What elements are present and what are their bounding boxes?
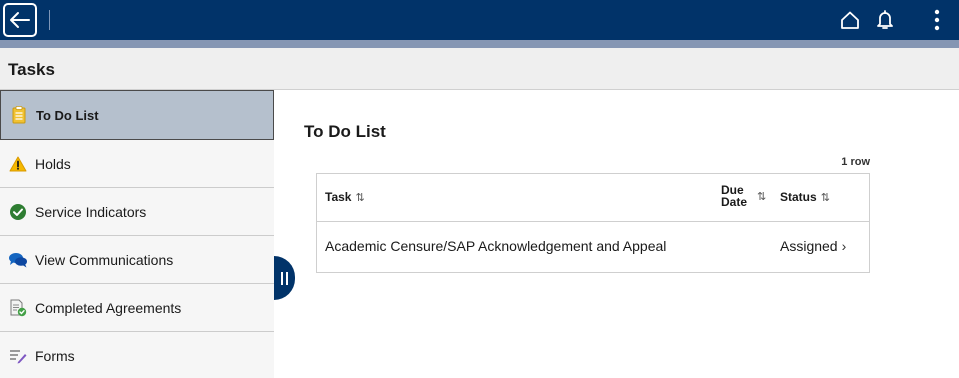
due-date-column-header[interactable]: Due Date ⇅ bbox=[721, 184, 766, 208]
collapse-sidebar-button[interactable] bbox=[274, 256, 295, 300]
sidebar-item-label: To Do List bbox=[36, 107, 99, 123]
top-banner bbox=[0, 0, 959, 40]
grid-header: Task ⇅ Due Date ⇅ Status ⇅ bbox=[317, 174, 869, 222]
sidebar-item-service-indicators[interactable]: Service Indicators bbox=[0, 188, 274, 236]
back-arrow-icon bbox=[10, 12, 30, 28]
task-cell: Academic Censure/SAP Acknowledgement and… bbox=[325, 238, 667, 254]
page-title-bar: Tasks bbox=[0, 48, 959, 90]
sidebar-item-holds[interactable]: Holds bbox=[0, 140, 274, 188]
status-cell: Assigned › bbox=[780, 238, 846, 254]
actions-menu-button[interactable] bbox=[925, 8, 949, 32]
status-text: Assigned bbox=[780, 238, 838, 254]
todo-grid: Task ⇅ Due Date ⇅ Status ⇅ Academic Cens… bbox=[316, 173, 870, 273]
column-label: Task bbox=[325, 190, 352, 204]
pause-bars-icon bbox=[281, 271, 288, 285]
status-column-header[interactable]: Status ⇅ bbox=[780, 190, 830, 204]
home-icon bbox=[841, 11, 859, 29]
sidebar-item-completed-agreements[interactable]: Completed Agreements bbox=[0, 284, 274, 332]
page-title: Tasks bbox=[8, 60, 55, 79]
column-label: Due Date bbox=[721, 183, 748, 209]
sidebar-item-label: Service Indicators bbox=[35, 203, 147, 220]
sidebar-item-label: Holds bbox=[35, 155, 71, 172]
sort-icon: ⇅ bbox=[757, 190, 767, 203]
sort-icon: ⇅ bbox=[820, 191, 830, 204]
form-pencil-icon bbox=[8, 346, 28, 366]
banner-stripe bbox=[0, 40, 959, 48]
sidebar-item-forms[interactable]: Forms bbox=[0, 332, 274, 378]
row-count: 1 row bbox=[841, 156, 870, 168]
table-row[interactable]: Academic Censure/SAP Acknowledgement and… bbox=[317, 222, 869, 272]
column-label: Status bbox=[780, 190, 817, 204]
banner-divider bbox=[49, 10, 50, 30]
sidebar: To Do List Holds Service Indicators View… bbox=[0, 90, 274, 378]
back-button[interactable] bbox=[3, 3, 37, 37]
sidebar-item-label: Forms bbox=[35, 347, 75, 364]
sidebar-item-label: View Communications bbox=[35, 251, 174, 268]
check-circle-icon bbox=[8, 202, 28, 222]
section-title: To Do List bbox=[304, 122, 386, 141]
notifications-button[interactable] bbox=[873, 8, 897, 32]
chat-bubbles-icon bbox=[8, 250, 28, 270]
sidebar-item-label: Completed Agreements bbox=[35, 299, 182, 316]
chevron-right-icon: › bbox=[841, 238, 847, 254]
clipboard-icon bbox=[9, 105, 29, 125]
sidebar-item-to-do-list[interactable]: To Do List bbox=[0, 90, 274, 140]
sort-icon: ⇅ bbox=[355, 191, 365, 204]
warning-icon bbox=[8, 154, 28, 174]
sidebar-item-view-communications[interactable]: View Communications bbox=[0, 236, 274, 284]
document-check-icon bbox=[8, 298, 28, 318]
home-button[interactable] bbox=[838, 8, 862, 32]
kebab-menu-icon bbox=[934, 9, 940, 31]
task-column-header[interactable]: Task ⇅ bbox=[325, 190, 365, 204]
bell-icon bbox=[877, 10, 893, 29]
